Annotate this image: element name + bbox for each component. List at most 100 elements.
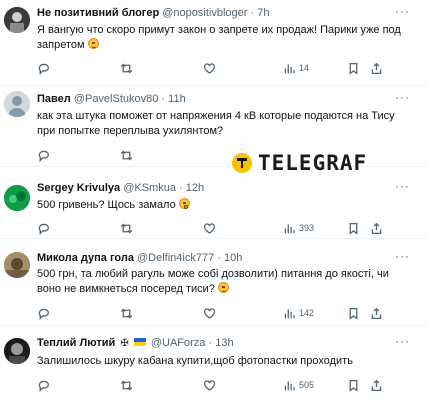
retweet-button[interactable]	[120, 147, 133, 163]
bookmark-icon	[349, 307, 358, 320]
like-button[interactable]	[203, 220, 216, 236]
grinning-emoji-icon	[217, 282, 229, 293]
more-options-button[interactable]: ···	[395, 4, 410, 18]
share-button[interactable]	[370, 377, 383, 393]
views-count: 142	[299, 308, 315, 318]
timestamp[interactable]: 11h	[168, 93, 186, 105]
reply-button[interactable]	[37, 60, 50, 76]
bookmark-button[interactable]	[347, 60, 360, 76]
more-options-button[interactable]: ···	[395, 334, 410, 348]
more-options-button[interactable]: ···	[395, 90, 410, 104]
tweet-1[interactable]: Не позитивний блогер @nopositivbloger · …	[0, 0, 428, 86]
like-icon	[203, 379, 216, 391]
avatar[interactable]	[4, 252, 30, 278]
views-icon	[284, 308, 295, 318]
reply-button[interactable]	[37, 220, 50, 236]
tweet-header: Павел @PavelStukov80 · 11h	[37, 93, 186, 105]
avatar[interactable]	[4, 338, 30, 364]
avatar[interactable]	[4, 91, 30, 117]
views-icon	[284, 380, 295, 390]
views-button[interactable]: 505	[283, 377, 314, 393]
bookmark-button[interactable]	[347, 220, 360, 236]
separator: ·	[179, 182, 183, 194]
tweet-header: Микола дупа гола @Delfin4ick777 · 10h	[37, 252, 242, 264]
bookmark-icon	[349, 62, 358, 75]
views-count: 393	[299, 223, 315, 233]
share-button[interactable]	[370, 305, 383, 321]
reply-icon	[38, 63, 50, 75]
views-button[interactable]: 393	[283, 220, 314, 236]
reply-button[interactable]	[37, 377, 50, 393]
retweet-button[interactable]	[120, 305, 133, 321]
like-icon	[203, 222, 216, 234]
share-button[interactable]	[370, 60, 383, 76]
author-name[interactable]: Sergey Krivulya	[37, 182, 120, 194]
tweet-text-content: 500 грн, та любий рагуль може собі дозво…	[37, 268, 389, 295]
tweet-3[interactable]: Sergey Krivulya @KSmkua · 12h ··· 500 гр…	[0, 172, 428, 239]
more-options-button[interactable]: ···	[395, 179, 410, 193]
reply-icon	[38, 308, 50, 320]
like-button[interactable]	[203, 377, 216, 393]
ukraine-flag-icon	[133, 338, 146, 346]
separator: ·	[161, 93, 166, 105]
timestamp[interactable]: 13h	[215, 337, 233, 349]
tweet-4[interactable]: Микола дупа гола @Delfin4ick777 · 10h ··…	[0, 239, 428, 326]
bookmark-icon	[349, 379, 358, 392]
views-icon	[284, 63, 295, 73]
author-handle[interactable]: @nopositivbloger	[162, 7, 247, 19]
author-name[interactable]: Павел	[37, 93, 71, 105]
astonished-emoji-icon	[178, 198, 190, 209]
tweet-header: Не позитивний блогер @nopositivbloger · …	[37, 7, 269, 19]
like-button[interactable]	[203, 305, 216, 321]
telegraf-logo-icon	[232, 153, 252, 173]
more-options-button[interactable]: ···	[395, 249, 410, 263]
tweet-text-content: как эта штука поможет от напряжения 4 кВ…	[37, 110, 395, 137]
retweet-icon	[120, 223, 133, 233]
like-button[interactable]	[203, 60, 216, 76]
cross-badge-icon: ✠	[120, 338, 129, 349]
avatar[interactable]	[4, 185, 30, 211]
separator: ·	[208, 337, 213, 349]
separator: ·	[217, 252, 221, 264]
bookmark-button[interactable]	[347, 305, 360, 321]
reply-icon	[38, 150, 50, 162]
tweet-header: Теплий Лютий ✠ @UAForza · 13h	[37, 337, 234, 349]
tweet-actions: 14	[37, 60, 412, 76]
author-handle[interactable]: @Delfin4ick777	[137, 252, 214, 264]
tweet-text: Залишилось шкуру кабана купити,щоб фотоп…	[37, 354, 414, 369]
share-button[interactable]	[370, 220, 383, 236]
tweet-actions: 142	[37, 305, 412, 321]
avatar[interactable]	[4, 7, 30, 33]
timestamp[interactable]: 10h	[224, 252, 242, 264]
tweet-actions: 505	[37, 377, 412, 393]
tweet-actions: 393	[37, 220, 412, 236]
author-name[interactable]: Микола дупа гола	[37, 252, 134, 264]
retweet-icon	[120, 308, 133, 318]
tweet-text-content: Залишилось шкуру кабана купити,щоб фотоп…	[37, 355, 353, 367]
reply-button[interactable]	[37, 147, 50, 163]
tweet-text: 500 гривень? Щось замало	[37, 198, 414, 213]
author-handle[interactable]: @PavelStukov80	[74, 93, 159, 105]
views-count: 14	[299, 63, 310, 73]
retweet-button[interactable]	[120, 60, 133, 76]
author-handle[interactable]: @UAForza	[151, 337, 206, 349]
tweet-text: Я вангую что скоро примут закон о запрет…	[37, 23, 414, 53]
author-name[interactable]: Теплий Лютий	[37, 337, 115, 349]
tweet-text: 500 грн, та любий рагуль може собі дозво…	[37, 267, 414, 297]
author-name[interactable]: Не позитивний блогер	[37, 7, 159, 19]
timestamp[interactable]: 7h	[257, 7, 269, 19]
bookmark-button[interactable]	[347, 377, 360, 393]
author-handle[interactable]: @KSmkua	[123, 182, 176, 194]
retweet-icon	[120, 150, 133, 160]
timestamp[interactable]: 12h	[186, 182, 204, 194]
views-button[interactable]: 14	[283, 60, 309, 76]
tweet-text: как эта штука поможет от напряжения 4 кВ…	[37, 109, 414, 139]
views-button[interactable]: 142	[283, 305, 314, 321]
tweet-5[interactable]: Теплий Лютий ✠ @UAForza · 13h ··· Залиши…	[0, 326, 428, 402]
retweet-button[interactable]	[120, 220, 133, 236]
like-icon	[203, 62, 216, 74]
share-icon	[371, 222, 382, 234]
reply-button[interactable]	[37, 305, 50, 321]
retweet-button[interactable]	[120, 377, 133, 393]
retweet-icon	[120, 380, 133, 390]
